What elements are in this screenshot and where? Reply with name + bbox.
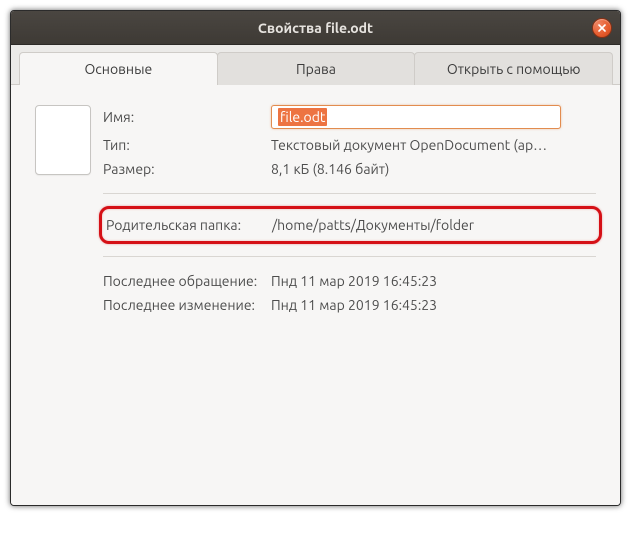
- properties-window: Свойства file.odt Основные Права Открыть…: [10, 10, 621, 506]
- modified-label: Последнее изменение:: [103, 297, 271, 313]
- separator-1: [103, 193, 596, 194]
- tab-permissions[interactable]: Права: [217, 52, 416, 85]
- parent-folder-highlight: Родительская папка: /home/patts/Документ…: [99, 206, 602, 244]
- properties-grid: Имя: file.odt Тип: Текстовый документ Op…: [103, 105, 596, 313]
- name-input[interactable]: file.odt: [271, 105, 561, 129]
- separator-2: [103, 256, 596, 257]
- parent-folder-label: Родительская папка:: [104, 217, 272, 233]
- parent-folder-value: /home/patts/Документы/folder: [272, 217, 593, 233]
- basic-panel: Имя: file.odt Тип: Текстовый документ Op…: [11, 85, 620, 333]
- type-label: Тип:: [103, 137, 271, 153]
- type-value: Текстовый документ OpenDocument (ap…: [271, 137, 596, 153]
- file-icon[interactable]: [35, 105, 91, 175]
- close-icon: [597, 23, 607, 33]
- titlebar[interactable]: Свойства file.odt: [11, 11, 620, 45]
- name-label: Имя:: [103, 109, 271, 125]
- name-value-cell: file.odt: [271, 105, 596, 129]
- tabs-bar: Основные Права Открыть с помощью: [11, 45, 620, 85]
- accessed-label: Последнее обращение:: [103, 273, 271, 289]
- tab-basic[interactable]: Основные: [19, 52, 218, 85]
- tab-open-with[interactable]: Открыть с помощью: [414, 52, 613, 85]
- close-button[interactable]: [592, 18, 612, 38]
- window-title: Свойства file.odt: [258, 20, 373, 36]
- modified-value: Пнд 11 мар 2019 16:45:23: [271, 297, 596, 313]
- size-value: 8,1 кБ (8.146 байт): [271, 161, 596, 177]
- size-label: Размер:: [103, 161, 271, 177]
- window-content: Основные Права Открыть с помощью Имя: fi…: [11, 45, 620, 505]
- name-input-selection: file.odt: [278, 108, 327, 126]
- accessed-value: Пнд 11 мар 2019 16:45:23: [271, 273, 596, 289]
